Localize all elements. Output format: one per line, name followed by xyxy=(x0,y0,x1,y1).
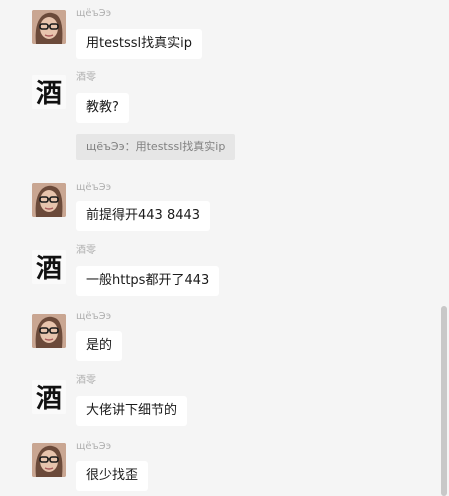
avatar-char: 酒 xyxy=(36,384,62,414)
user-avatar[interactable] xyxy=(32,314,66,348)
user-avatar[interactable] xyxy=(32,183,66,217)
sender-name: щёъЭэ xyxy=(76,441,112,452)
sender-name: щёъЭэ xyxy=(76,182,112,193)
user-avatar[interactable] xyxy=(32,443,66,477)
sender-name: щёъЭэ xyxy=(76,8,112,19)
avatar-char: 酒 xyxy=(36,254,62,284)
sender-name: 酒零 xyxy=(76,375,96,386)
avatar-char: 酒 xyxy=(36,79,62,109)
photo-avatar-icon xyxy=(32,183,66,217)
scrollbar-thumb[interactable] xyxy=(441,306,447,496)
message-bubble[interactable]: 大佬讲下细节的 xyxy=(76,396,188,426)
quoted-reply[interactable]: щёъЭэ：用testssl找真实ip xyxy=(76,134,236,160)
message-bubble[interactable]: 是的 xyxy=(76,331,123,361)
calligraphy-avatar-icon: 酒 xyxy=(32,250,66,284)
calligraphy-avatar-icon: 酒 xyxy=(32,75,66,109)
sender-name: 酒零 xyxy=(76,72,96,83)
calligraphy-avatar-icon: 酒 xyxy=(32,380,66,414)
user-avatar[interactable]: 酒 xyxy=(32,75,66,109)
photo-avatar-icon xyxy=(32,10,66,44)
photo-avatar-icon xyxy=(32,314,66,348)
user-avatar[interactable] xyxy=(32,10,66,44)
message-bubble[interactable]: 很少找歪 xyxy=(76,461,149,491)
message-bubble[interactable]: 前提得开443 8443 xyxy=(76,201,211,231)
message-bubble[interactable]: 用testssl找真实ip xyxy=(76,29,202,59)
message-bubble[interactable]: 一般https都开了443 xyxy=(76,266,220,296)
sender-name: щёъЭэ xyxy=(76,311,112,322)
user-avatar[interactable]: 酒 xyxy=(32,380,66,414)
user-avatar[interactable]: 酒 xyxy=(32,250,66,284)
message-bubble[interactable]: 教教? xyxy=(76,93,129,123)
sender-name: 酒零 xyxy=(76,245,96,256)
photo-avatar-icon xyxy=(32,443,66,477)
chat-message-list[interactable]: щёъЭэ 用testssl找真实ip 酒 酒零 教教? щёъЭэ：用test… xyxy=(0,0,449,491)
